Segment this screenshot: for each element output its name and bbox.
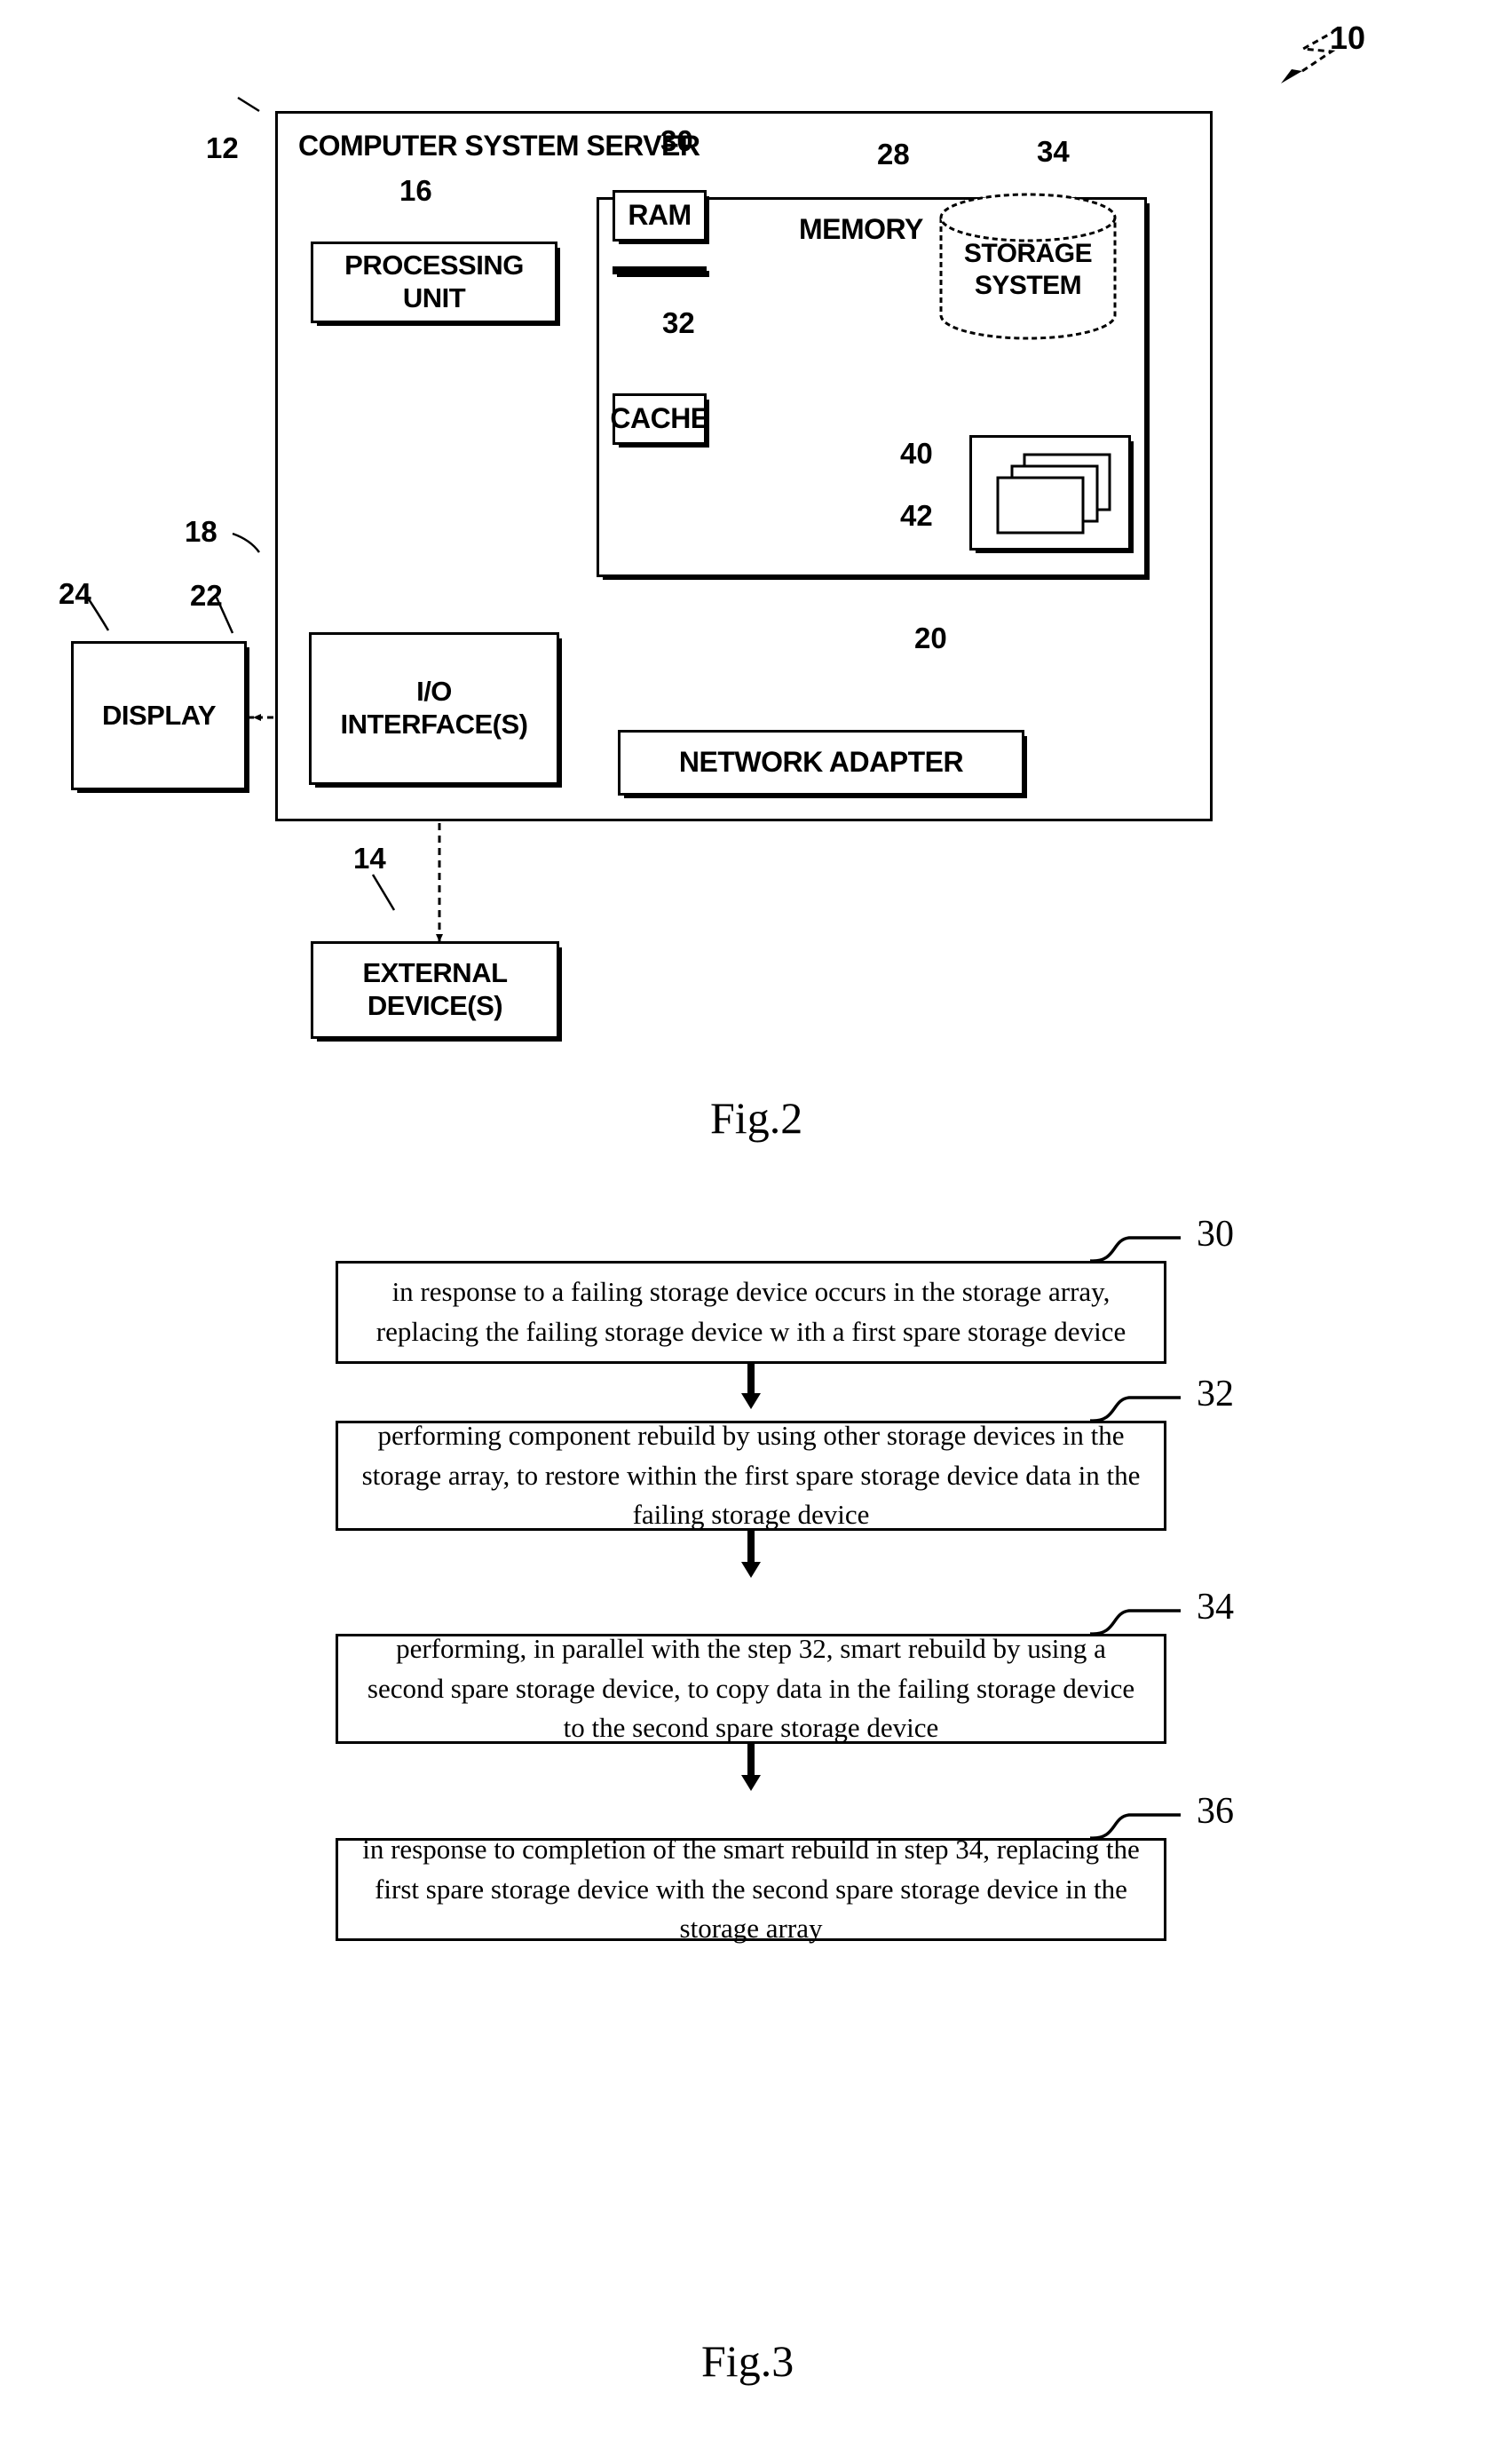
flow-step-ref-3: 34 xyxy=(1197,1587,1234,1628)
network-adapter-label: NETWORK ADAPTER xyxy=(678,746,964,779)
io-interfaces-label-line2: INTERFACE(S) xyxy=(340,709,529,740)
flow-step-text-2: performing component rebuild by using ot… xyxy=(361,1419,1141,1531)
external-devices-label-line1: EXTERNAL xyxy=(362,957,508,989)
flow-step-box-1: in response to a failing storage device … xyxy=(336,1261,1166,1364)
ref-18: 18 xyxy=(185,515,217,548)
flow-step-text-3: performing, in parallel with the step 32… xyxy=(367,1632,1135,1744)
flow-step-ref-1: 30 xyxy=(1197,1214,1234,1255)
processing-unit-label-line2: UNIT xyxy=(402,282,466,313)
ref-16: 16 xyxy=(399,174,432,207)
display-box: DISPLAY xyxy=(71,641,247,790)
program-modules-stack xyxy=(996,453,1111,535)
figure-2-caption: Fig.2 xyxy=(710,1093,803,1143)
processing-unit-label-line1: PROCESSING xyxy=(344,250,524,281)
ref-24: 24 xyxy=(59,577,91,610)
flow-step-box-2: performing component rebuild by using ot… xyxy=(336,1420,1166,1531)
external-devices-box: EXTERNAL DEVICE(S) xyxy=(311,941,559,1039)
ref-40: 40 xyxy=(900,437,933,470)
flow-step-box-4: in response to completion of the smart r… xyxy=(336,1834,1166,1944)
processing-unit-box: PROCESSING UNIT xyxy=(311,242,557,323)
figure-3-caption: Fig.3 xyxy=(701,2336,794,2386)
network-adapter-box: NETWORK ADAPTER xyxy=(618,730,1024,796)
flow-step-box-3: performing, in parallel with the step 32… xyxy=(336,1633,1166,1744)
io-interfaces-label-line1: I/O xyxy=(416,676,452,708)
ref-20: 20 xyxy=(914,622,947,654)
display-label: DISPLAY xyxy=(101,699,217,731)
flow-step-text-4: in response to completion of the smart r… xyxy=(362,1833,1140,1945)
external-devices-label-line2: DEVICE(S) xyxy=(367,990,503,1021)
flow-step-ref-2: 32 xyxy=(1197,1374,1234,1414)
figure-2: COMPUTER SYSTEM SERVER 12 10 MEMORY 28 R… xyxy=(0,0,1502,1154)
figure-3: in response to a failing storage device … xyxy=(0,1154,1502,2464)
io-interfaces-box: I/O INTERFACE(S) xyxy=(309,632,559,785)
flow-step-text-1: in response to a failing storage device … xyxy=(376,1276,1126,1347)
ref-42: 42 xyxy=(900,499,933,532)
flow-step-ref-4: 36 xyxy=(1197,1791,1234,1832)
ref-22: 22 xyxy=(190,579,223,612)
ref-14: 14 xyxy=(353,842,386,875)
ref-30-leader xyxy=(1089,1236,1181,1263)
